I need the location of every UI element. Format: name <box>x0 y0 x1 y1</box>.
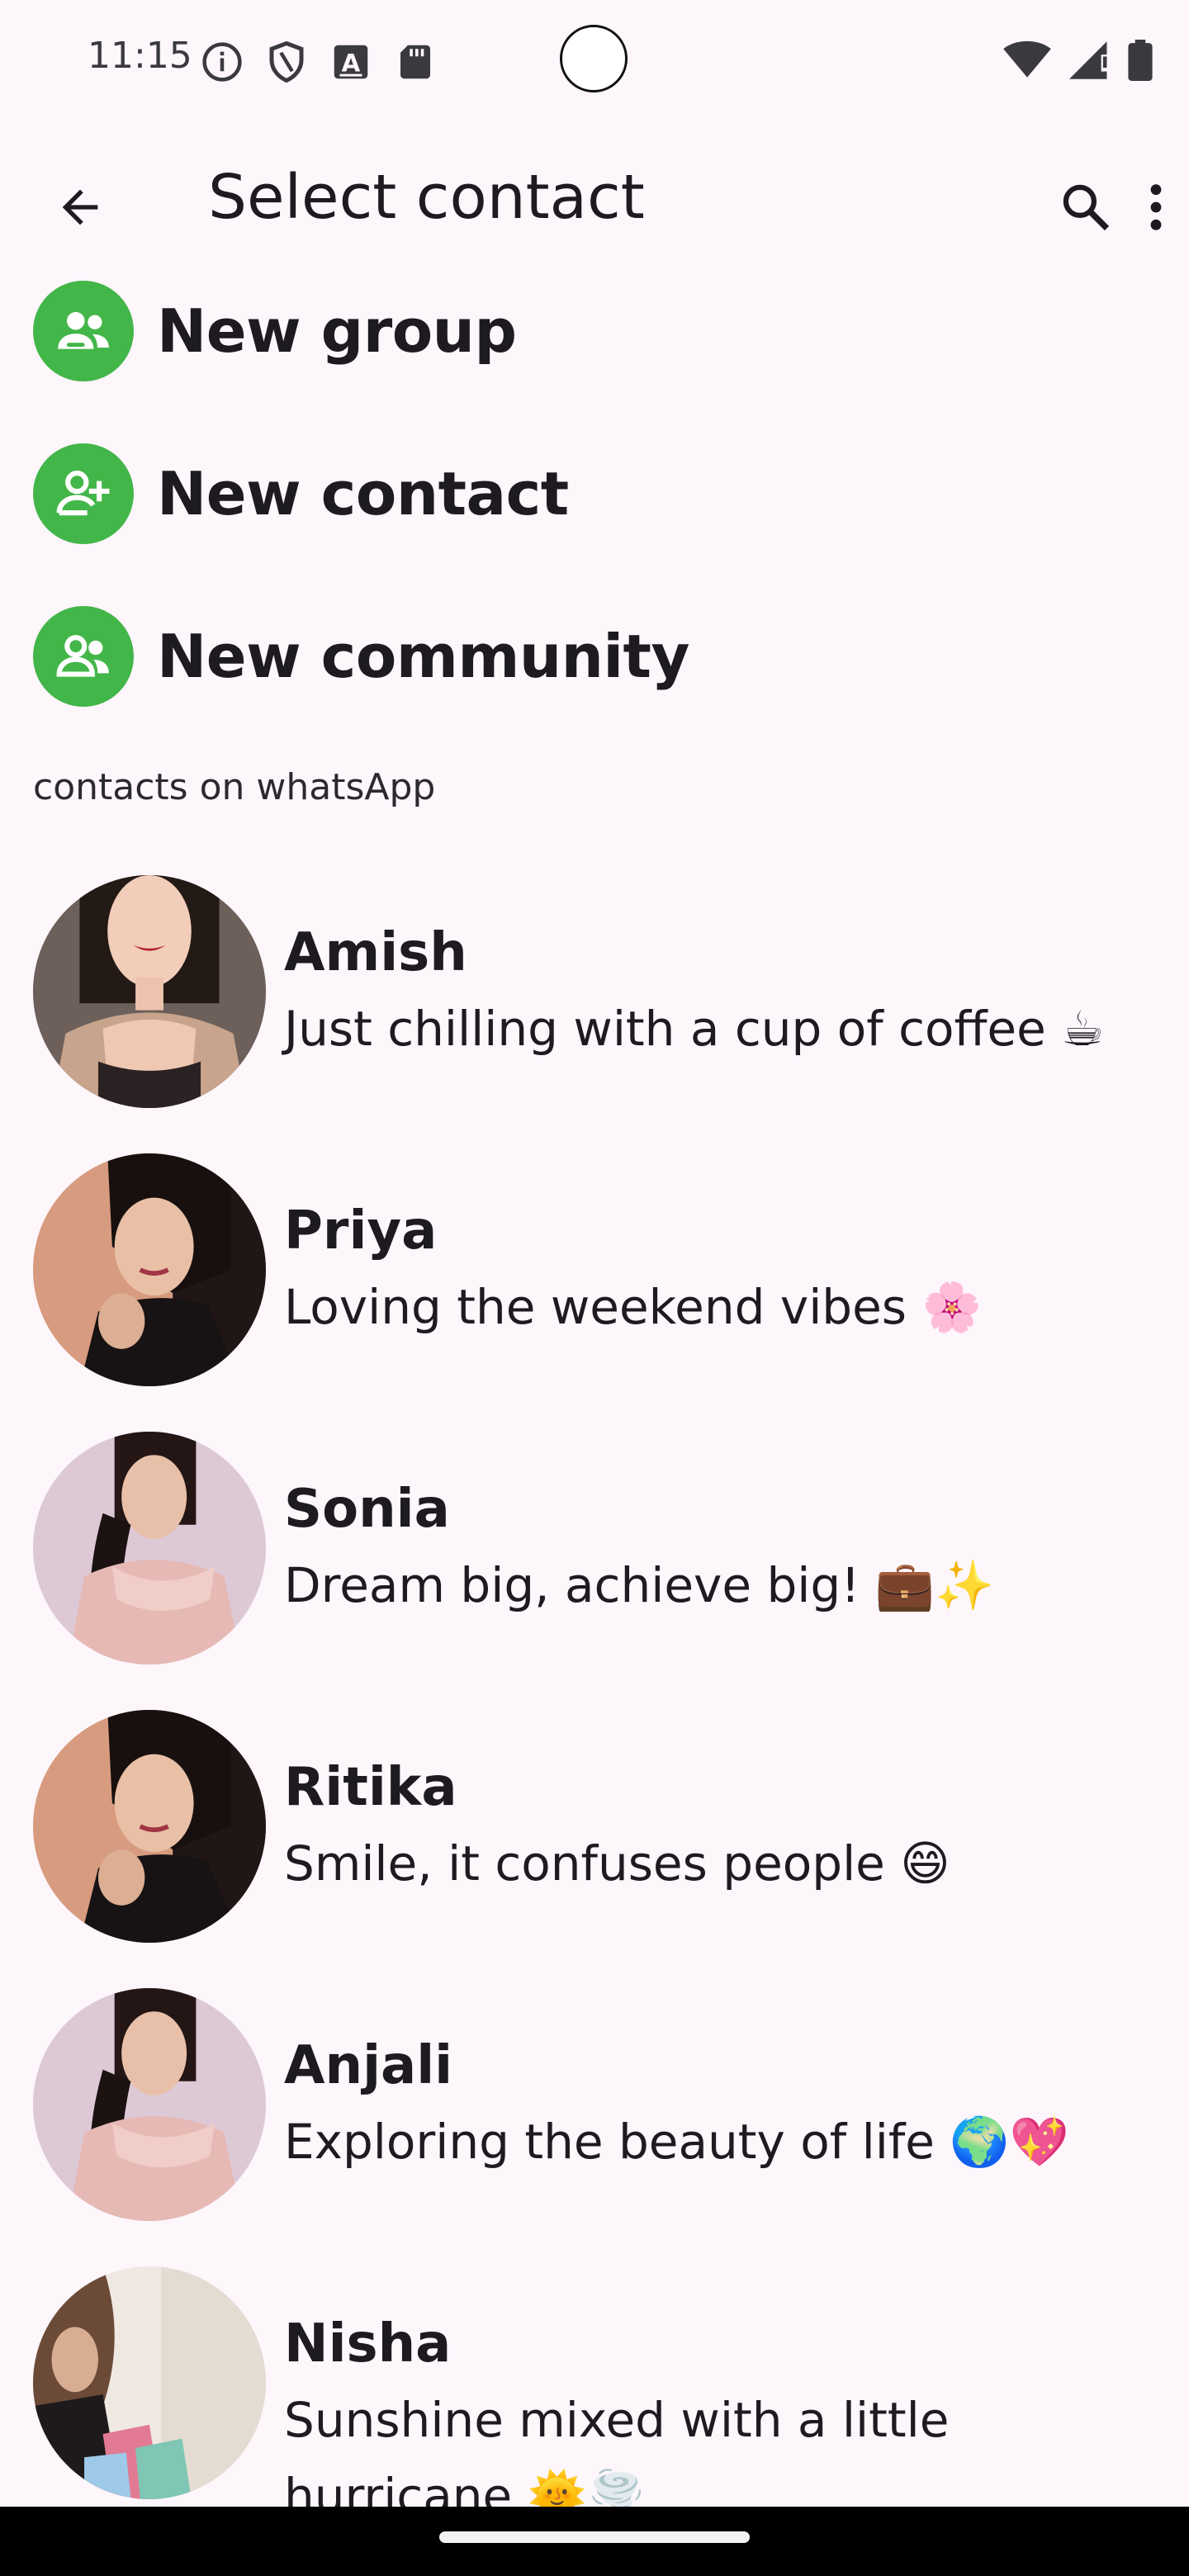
avatar <box>33 1988 266 2221</box>
status-time: 11:15 <box>88 35 192 77</box>
group-icon <box>33 281 134 381</box>
app-bar: Select contact <box>0 140 1189 256</box>
signal-icon <box>1069 41 1109 79</box>
contact-status: Just chilling with a cup of coffee ☕ <box>284 1001 1105 1057</box>
avatar <box>33 2266 266 2499</box>
contact-name: Priya <box>284 1200 438 1262</box>
contact-status: Exploring the beauty of life 🌍💖 <box>284 2114 1069 2170</box>
contact-text: Sonia Dream big, achieve big! 💼✨ <box>284 1432 1159 1623</box>
add-person-icon <box>33 443 134 544</box>
contact-name: Nisha <box>284 2313 452 2375</box>
more-options-button[interactable] <box>1131 170 1181 244</box>
status-bar: 11:15 A <box>0 0 1189 124</box>
wifi-icon <box>1003 40 1051 78</box>
contact-row-ritika[interactable]: Ritika Smile, it confuses people 😄 <box>33 1710 1172 1943</box>
arrow-back-icon <box>62 189 98 225</box>
contact-status: Dream big, achieve big! 💼✨ <box>284 1557 995 1613</box>
contact-row-nisha[interactable]: Nisha Sunshine mixed with a little hurri… <box>33 2266 1172 2534</box>
camera-cutout <box>560 25 628 92</box>
battery-icon <box>1128 40 1153 81</box>
contact-text: Nisha Sunshine mixed with a little hurri… <box>284 2266 1159 2534</box>
new-contact-label: New contact <box>157 459 569 528</box>
contact-status: Smile, it confuses people 😄 <box>284 1835 950 1892</box>
info-icon <box>202 42 242 82</box>
new-contact-button[interactable]: New contact <box>33 440 569 547</box>
shield-icon <box>269 40 304 83</box>
avatar <box>33 1710 266 1943</box>
sd-card-icon <box>400 45 430 79</box>
new-community-label: New community <box>157 622 689 691</box>
contact-row-anjali[interactable]: Anjali Exploring the beauty of life 🌍💖 <box>33 1988 1172 2221</box>
contact-text: Anjali Exploring the beauty of life 🌍💖 <box>284 1988 1159 2180</box>
navigation-bar <box>0 2507 1189 2576</box>
community-icon <box>33 606 134 707</box>
contact-row-amish[interactable]: Amish Just chilling with a cup of coffee… <box>33 875 1172 1108</box>
contact-name: Amish <box>284 922 467 983</box>
contact-name: Sonia <box>284 1479 450 1540</box>
back-button[interactable] <box>43 170 117 244</box>
page-title: Select contact <box>208 162 645 233</box>
search-icon <box>1063 184 1110 231</box>
contact-text: Amish Just chilling with a cup of coffee… <box>284 875 1159 1067</box>
new-group-button[interactable]: New group <box>33 277 517 385</box>
home-handle[interactable] <box>439 2531 750 2543</box>
svg-text:A: A <box>342 49 361 77</box>
status-icons-right <box>1002 40 1153 81</box>
contact-status: Loving the weekend vibes 🌸 <box>284 1279 982 1335</box>
contact-name: Anjali <box>284 2035 453 2096</box>
contact-row-priya[interactable]: Priya Loving the weekend vibes 🌸 <box>33 1153 1172 1386</box>
new-community-button[interactable]: New community <box>33 603 689 710</box>
avatar <box>33 1153 266 1386</box>
contact-text: Ritika Smile, it confuses people 😄 <box>284 1710 1159 1901</box>
contact-name: Ritika <box>284 1757 457 1818</box>
section-title: contacts on whatsApp <box>33 766 436 808</box>
avatar <box>33 875 266 1108</box>
status-icons-left: A <box>200 40 438 84</box>
contact-row-sonia[interactable]: Sonia Dream big, achieve big! 💼✨ <box>33 1432 1172 1664</box>
contact-text: Priya Loving the weekend vibes 🌸 <box>284 1153 1159 1345</box>
new-group-label: New group <box>157 296 517 366</box>
avatar <box>33 1432 266 1664</box>
search-button[interactable] <box>1049 170 1123 244</box>
font-a-icon: A <box>334 45 368 79</box>
more-vert-icon <box>1150 184 1162 230</box>
